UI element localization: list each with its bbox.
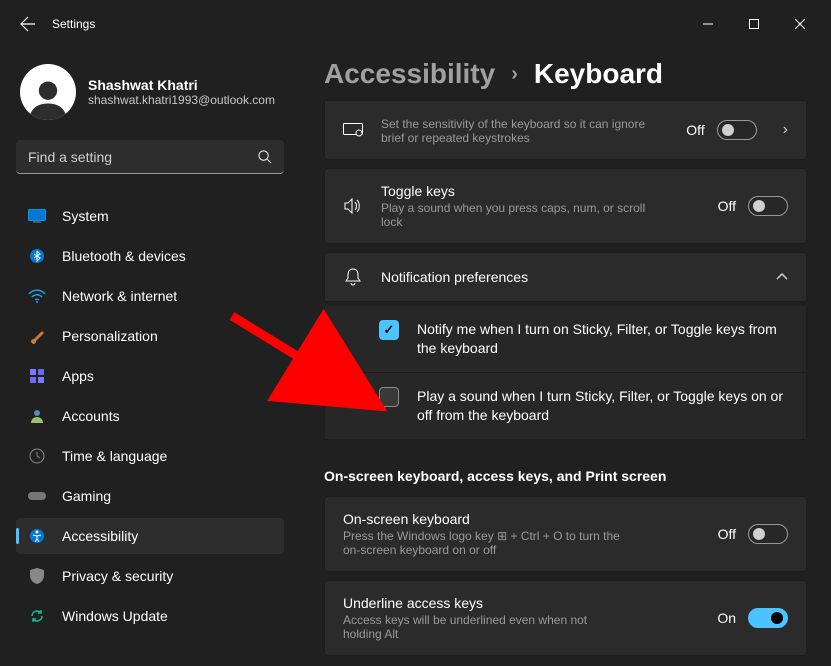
apps-icon [28, 367, 46, 385]
notification-preferences-title: Notification preferences [381, 269, 750, 285]
search-input[interactable] [28, 149, 257, 165]
sidebar-item-label: Windows Update [62, 608, 168, 624]
sidebar-item-personalization[interactable]: Personalization [16, 318, 284, 354]
underline-title: Underline access keys [343, 595, 699, 611]
breadcrumb-parent[interactable]: Accessibility [324, 58, 495, 90]
close-icon [795, 19, 805, 29]
osk-desc: Press the Windows logo key ⊞ + Ctrl + O … [343, 529, 623, 557]
breadcrumb: Accessibility › Keyboard [324, 58, 807, 90]
sidebar-item-label: Network & internet [62, 288, 177, 304]
close-button[interactable] [777, 8, 823, 40]
notify-option-row[interactable]: Notify me when I turn on Sticky, Filter,… [324, 306, 807, 373]
search-icon [257, 149, 272, 164]
back-arrow-icon [20, 16, 36, 32]
underline-state: On [717, 610, 736, 626]
toggle-keys-state: Off [718, 198, 736, 214]
toggle-keys-desc: Play a sound when you press caps, num, o… [381, 201, 661, 229]
bluetooth-icon [28, 247, 46, 265]
underline-desc: Access keys will be underlined even when… [343, 613, 623, 641]
navigation-pane: Shashwat Khatri shashwat.khatri1993@outl… [0, 48, 300, 666]
underline-access-keys-card[interactable]: Underline access keys Access keys will b… [324, 580, 807, 656]
section-heading: On-screen keyboard, access keys, and Pri… [324, 468, 807, 484]
toggle-keys-toggle[interactable] [748, 196, 788, 216]
sidebar-item-accounts[interactable]: Accounts [16, 398, 284, 434]
sidebar-item-label: Bluetooth & devices [62, 248, 186, 264]
maximize-button[interactable] [731, 8, 777, 40]
play-sound-option-row[interactable]: Play a sound when I turn Sticky, Filter,… [324, 373, 807, 440]
sidebar-item-system[interactable]: System [16, 198, 284, 234]
minimize-icon [703, 19, 713, 29]
osk-title: On-screen keyboard [343, 511, 700, 527]
brush-icon [28, 327, 46, 345]
sidebar-item-label: Personalization [62, 328, 158, 344]
sidebar-item-label: Accounts [62, 408, 120, 424]
chevron-right-icon: › [511, 63, 518, 86]
sidebar-item-label: Gaming [62, 488, 111, 504]
sidebar-item-label: Time & language [62, 448, 167, 464]
osk-toggle[interactable] [748, 524, 788, 544]
avatar [20, 64, 76, 120]
sidebar-item-time-language[interactable]: Time & language [16, 438, 284, 474]
chevron-up-icon [776, 268, 788, 286]
maximize-icon [749, 19, 759, 29]
user-email: shashwat.khatri1993@outlook.com [88, 93, 275, 107]
update-icon [28, 607, 46, 625]
toggle-keys-card[interactable]: Toggle keys Play a sound when you press … [324, 168, 807, 244]
toggle-keys-title: Toggle keys [381, 183, 700, 199]
osk-state: Off [718, 526, 736, 542]
keyboard-filter-icon [343, 120, 363, 140]
sidebar-item-accessibility[interactable]: Accessibility [16, 518, 284, 554]
sidebar-item-label: System [62, 208, 109, 224]
sidebar-item-windows-update[interactable]: Windows Update [16, 598, 284, 634]
sidebar-item-label: Accessibility [62, 528, 138, 544]
gaming-icon [28, 487, 46, 505]
window-title: Settings [52, 17, 95, 31]
shield-icon [28, 567, 46, 585]
sidebar-item-label: Apps [62, 368, 94, 384]
bell-icon [343, 267, 363, 287]
play-sound-label: Play a sound when I turn Sticky, Filter,… [417, 387, 788, 425]
nav-list: System Bluetooth & devices Network & int… [16, 198, 284, 634]
sidebar-item-network[interactable]: Network & internet [16, 278, 284, 314]
window-controls [685, 8, 823, 40]
user-profile[interactable]: Shashwat Khatri shashwat.khatri1993@outl… [20, 64, 284, 120]
clock-icon [28, 447, 46, 465]
filter-keys-state: Off [686, 122, 704, 138]
person-icon [26, 76, 70, 120]
minimize-button[interactable] [685, 8, 731, 40]
sidebar-item-privacy[interactable]: Privacy & security [16, 558, 284, 594]
accounts-icon [28, 407, 46, 425]
wifi-icon [28, 287, 46, 305]
filter-keys-desc: Set the sensitivity of the keyboard so i… [381, 117, 661, 145]
play-sound-checkbox[interactable] [379, 387, 399, 407]
title-bar: Settings [0, 0, 831, 48]
filter-keys-card[interactable]: Set the sensitivity of the keyboard so i… [324, 100, 807, 160]
sidebar-item-label: Privacy & security [62, 568, 173, 584]
speaker-icon [343, 196, 363, 216]
underline-toggle[interactable] [748, 608, 788, 628]
search-box[interactable] [16, 140, 284, 174]
chevron-right-icon: › [783, 121, 788, 139]
user-name: Shashwat Khatri [88, 77, 275, 93]
back-button[interactable] [8, 4, 48, 44]
sidebar-item-gaming[interactable]: Gaming [16, 478, 284, 514]
notification-preferences-header[interactable]: Notification preferences [324, 252, 807, 302]
sidebar-item-bluetooth[interactable]: Bluetooth & devices [16, 238, 284, 274]
accessibility-icon [28, 527, 46, 545]
content-pane: Accessibility › Keyboard Set the sensiti… [300, 50, 831, 666]
page-title: Keyboard [534, 58, 663, 90]
filter-keys-toggle[interactable] [717, 120, 757, 140]
sidebar-item-apps[interactable]: Apps [16, 358, 284, 394]
system-icon [28, 207, 46, 225]
on-screen-keyboard-card[interactable]: On-screen keyboard Press the Windows log… [324, 496, 807, 572]
notify-checkbox[interactable] [379, 320, 399, 340]
notify-label: Notify me when I turn on Sticky, Filter,… [417, 320, 788, 358]
